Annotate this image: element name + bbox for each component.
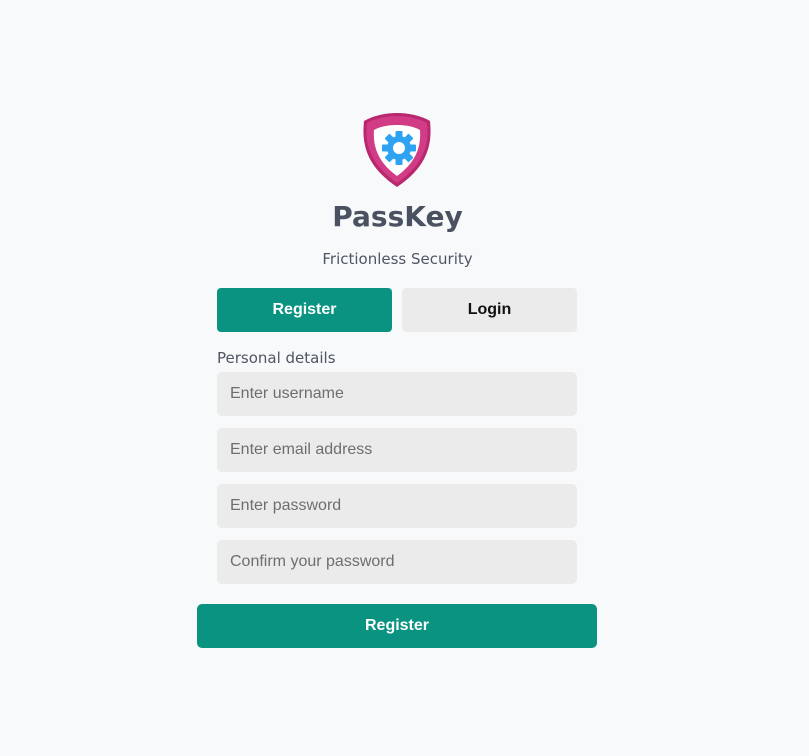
app-tagline: Frictionless Security (322, 250, 473, 268)
confirm-password-input[interactable] (217, 540, 577, 584)
shield-gear-icon (360, 111, 434, 189)
username-input[interactable] (217, 372, 577, 416)
register-submit-button[interactable]: Register (197, 604, 597, 648)
app-title: PassKey (332, 200, 463, 233)
password-input[interactable] (217, 484, 577, 528)
tab-register[interactable]: Register (217, 288, 392, 332)
email-input[interactable] (217, 428, 577, 472)
tab-login[interactable]: Login (402, 288, 577, 332)
personal-details-label: Personal details (217, 349, 336, 367)
